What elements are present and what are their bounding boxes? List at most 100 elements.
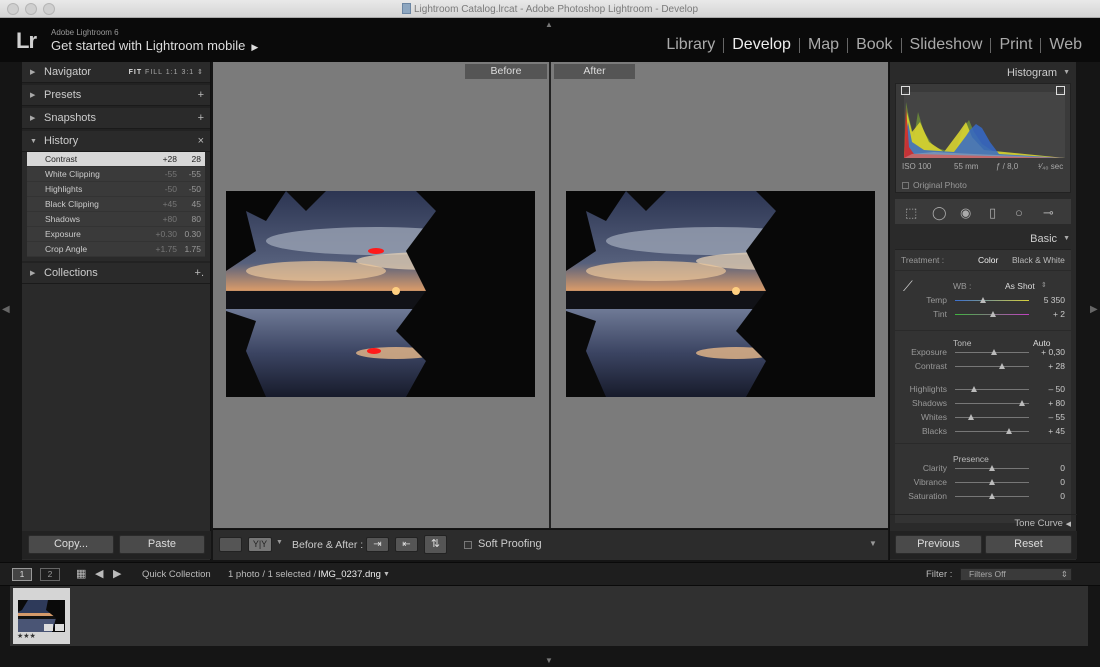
history-item[interactable]: White Clipping -55 -55 — [27, 167, 205, 182]
history-item[interactable]: Highlights -50 -50 — [27, 182, 205, 197]
snapshots-header[interactable]: ▶ Snapshots + — [22, 108, 210, 129]
before-after-view-button[interactable]: Y|Y — [248, 537, 272, 552]
navigator-header[interactable]: ▶ Navigator FIT FILL 1:1 3:1 ⇕ — [22, 62, 210, 83]
slider-whites[interactable] — [955, 414, 1029, 420]
copy-before-to-after-button[interactable]: ⇥ — [366, 537, 389, 552]
module-slideshow[interactable]: Slideshow — [902, 36, 991, 54]
spot-removal-tool-icon[interactable]: ◯ — [932, 205, 947, 221]
slider-blacks[interactable] — [955, 428, 1029, 434]
graduated-filter-icon[interactable]: ▯ — [989, 205, 996, 221]
shadow-clipping-indicator[interactable] — [901, 86, 910, 95]
second-screen-button[interactable]: 2 — [40, 568, 60, 581]
collections-header[interactable]: ▶ Collections +. — [22, 263, 210, 284]
slider-thumb[interactable] — [970, 386, 977, 392]
slider-temp[interactable] — [955, 297, 1029, 303]
slider-value-clarity[interactable]: 0 — [1060, 463, 1065, 473]
module-library[interactable]: Library — [658, 36, 723, 54]
filmstrip-thumbnail[interactable]: ★★★ — [13, 588, 70, 644]
add-preset-button[interactable]: + — [198, 89, 204, 101]
treatment-bw-option[interactable]: Black & White — [1012, 255, 1065, 265]
slider-thumb[interactable] — [989, 465, 995, 471]
histogram[interactable]: ISO 100 55 mm ƒ / 8,0 ¹⁄₄₀ sec Original … — [895, 83, 1071, 193]
right-panel-toggle-icon[interactable]: ▶ — [1090, 304, 1098, 315]
histogram-header[interactable]: Histogram ▼ — [890, 62, 1076, 83]
main-screen-button[interactable]: 1 — [12, 568, 32, 581]
adjustment-brush-icon[interactable]: ⊸ — [1043, 205, 1054, 221]
slider-highlights[interactable] — [955, 386, 1029, 392]
mobile-prompt[interactable]: Get started with Lightroom mobile ▶ — [51, 38, 258, 53]
basic-header[interactable]: Basic ▼ — [890, 228, 1076, 249]
module-book[interactable]: Book — [848, 36, 900, 54]
slider-thumb[interactable] — [989, 479, 995, 485]
slider-value-contrast[interactable]: + 28 — [1048, 361, 1065, 371]
slider-thumb[interactable] — [999, 363, 1006, 369]
history-item[interactable]: Contrast +28 28 — [27, 152, 205, 167]
back-arrow-icon[interactable]: ◀ — [95, 567, 103, 580]
slider-exposure[interactable] — [955, 349, 1029, 355]
presets-header[interactable]: ▶ Presets + — [22, 85, 210, 106]
slider-value-tint[interactable]: + 2 — [1053, 309, 1065, 319]
slider-vibrance[interactable] — [955, 479, 1029, 485]
swap-before-after-button[interactable]: ⇅ — [424, 535, 447, 554]
eyedropper-icon[interactable]: ⟋ — [903, 278, 913, 295]
tone-curve-header[interactable]: Tone Curve ◀ — [890, 514, 1077, 530]
grid-view-icon[interactable]: ▦ — [76, 567, 86, 580]
slider-value-temp[interactable]: 5 350 — [1044, 295, 1065, 305]
navigator-zoom-options[interactable]: FIT FILL 1:1 3:1 ⇕ — [129, 68, 204, 76]
highlight-clipping-indicator[interactable] — [1056, 86, 1065, 95]
filter-dropdown[interactable]: Filters Off ⇕ — [960, 568, 1072, 581]
history-item[interactable]: Exposure +0.30 0.30 — [27, 227, 205, 242]
forward-arrow-icon[interactable]: ▶ — [113, 567, 121, 580]
source-label[interactable]: Quick Collection — [142, 569, 211, 580]
copy-settings-button[interactable]: Copy... — [28, 535, 114, 554]
left-panel-toggle-icon[interactable]: ◀ — [2, 304, 10, 315]
slider-thumb[interactable] — [990, 311, 997, 317]
slider-value-exposure[interactable]: + 0,30 — [1041, 347, 1065, 357]
slider-thumb[interactable] — [1006, 428, 1013, 434]
module-print[interactable]: Print — [991, 36, 1040, 54]
treatment-color-option[interactable]: Color — [978, 255, 998, 265]
history-item[interactable]: Crop Angle +1.75 1.75 — [27, 242, 205, 257]
loupe-view-button[interactable] — [219, 537, 242, 552]
add-collection-button[interactable]: +. — [195, 267, 204, 279]
history-header[interactable]: ▼ History × — [22, 131, 210, 152]
previous-button[interactable]: Previous — [895, 535, 982, 554]
slider-contrast[interactable] — [955, 363, 1029, 369]
module-develop[interactable]: Develop — [724, 36, 799, 54]
toolbar-options-dropdown-icon[interactable]: ▼ — [869, 539, 877, 548]
slider-value-blacks[interactable]: + 45 — [1048, 426, 1065, 436]
red-eye-tool-icon[interactable]: ◉ — [960, 205, 971, 221]
slider-tint[interactable] — [955, 311, 1029, 317]
copy-after-to-before-button[interactable]: ⇤ — [395, 537, 418, 552]
slider-thumb[interactable] — [1018, 400, 1025, 406]
wb-dropdown[interactable]: As Shot — [1005, 281, 1035, 291]
slider-thumb[interactable] — [980, 297, 987, 303]
star-rating[interactable]: ★★★ — [17, 632, 36, 640]
module-map[interactable]: Map — [800, 36, 847, 54]
slider-value-whites[interactable]: – 55 — [1048, 412, 1065, 422]
slider-saturation[interactable] — [955, 493, 1029, 499]
slider-thumb[interactable] — [968, 414, 975, 420]
bottom-panel-toggle-icon[interactable]: ▼ — [545, 656, 553, 665]
after-photo[interactable] — [566, 191, 875, 397]
before-photo[interactable] — [226, 191, 535, 397]
slider-value-shadows[interactable]: + 80 — [1048, 398, 1065, 408]
original-photo-toggle[interactable]: Original Photo — [902, 180, 967, 190]
slider-value-highlights[interactable]: – 50 — [1048, 384, 1065, 394]
top-panel-toggle-icon[interactable]: ▲ — [545, 20, 553, 29]
filename-dropdown[interactable]: IMG_0237.dng — [318, 569, 381, 580]
slider-clarity[interactable] — [955, 465, 1029, 471]
module-web[interactable]: Web — [1041, 36, 1090, 54]
add-snapshot-button[interactable]: + — [198, 112, 204, 124]
crop-tool-icon[interactable]: ⬚ — [905, 205, 917, 221]
clear-history-button[interactable]: × — [198, 135, 204, 147]
slider-shadows[interactable] — [955, 400, 1029, 406]
slider-thumb[interactable] — [989, 493, 995, 499]
paste-settings-button[interactable]: Paste — [119, 535, 205, 554]
soft-proofing-checkbox[interactable] — [464, 541, 472, 549]
slider-thumb[interactable] — [991, 349, 998, 355]
slider-value-vibrance[interactable]: 0 — [1060, 477, 1065, 487]
radial-filter-icon[interactable]: ○ — [1015, 205, 1023, 220]
reset-button[interactable]: Reset — [985, 535, 1072, 554]
view-mode-dropdown-icon[interactable]: ▼ — [276, 539, 283, 546]
